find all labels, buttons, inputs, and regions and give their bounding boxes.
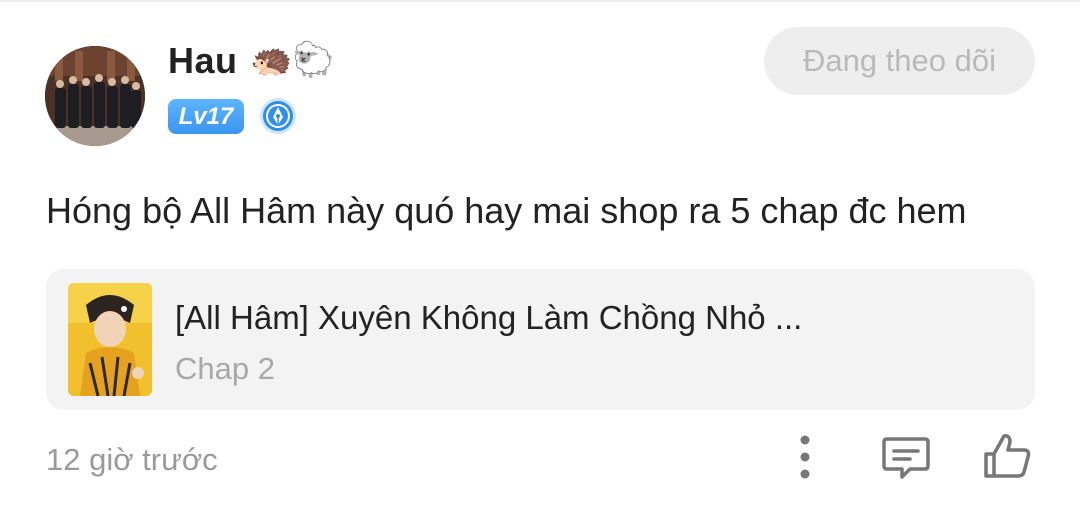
author-pen-badge-icon	[260, 98, 296, 134]
thumbs-up-icon[interactable]	[980, 430, 1034, 482]
story-title: [All Hâm] Xuyên Không Làm Chồng Nhỏ ...	[175, 299, 803, 336]
comment-icon[interactable]	[880, 432, 932, 482]
comment-item: Hau 🦔🐑 Lv17 Đang theo dõi Hóng bộ All Hâ…	[0, 0, 1080, 510]
comment-timestamp: 12 giờ trước	[46, 442, 218, 477]
story-card[interactable]: [All Hâm] Xuyên Không Làm Chồng Nhỏ ... …	[46, 269, 1035, 410]
story-cover-image	[68, 283, 152, 396]
user-name[interactable]: Hau	[168, 40, 238, 82]
story-chapter: Chap 2	[175, 351, 275, 386]
comment-text: Hóng bộ All Hâm này quó hay mai shop ra …	[46, 190, 967, 231]
user-emoji: 🦔🐑	[250, 40, 335, 80]
avatar-photo	[45, 46, 145, 146]
divider	[0, 0, 1080, 2]
more-vertical-icon[interactable]	[788, 432, 822, 482]
following-button[interactable]: Đang theo dõi	[764, 27, 1035, 95]
avatar[interactable]	[45, 46, 145, 146]
level-badge: Lv17	[168, 99, 244, 134]
